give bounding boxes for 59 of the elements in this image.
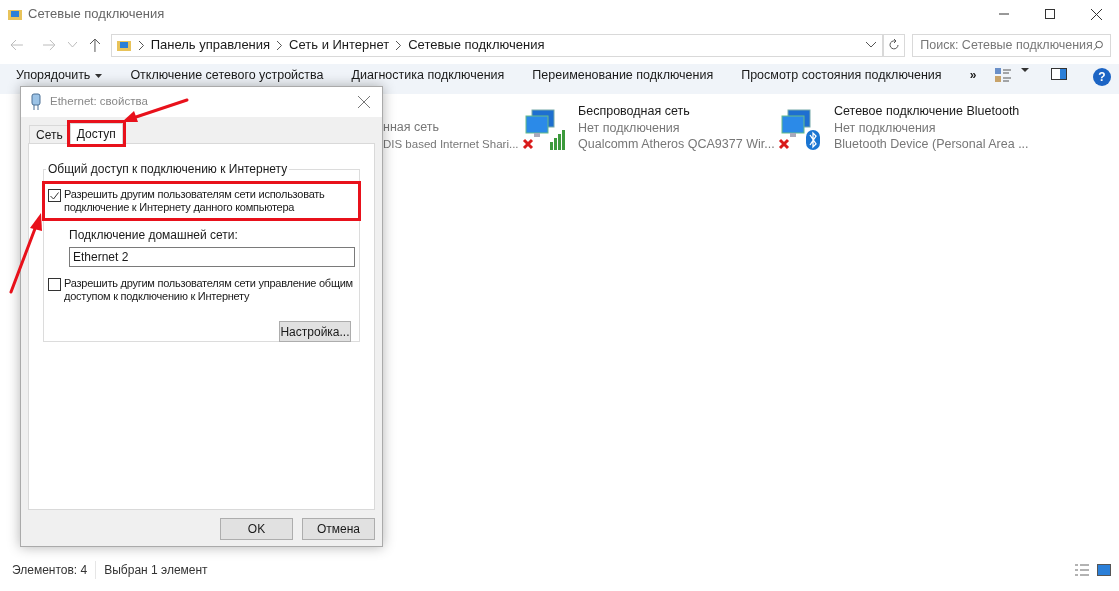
caret-icon <box>95 73 103 78</box>
status-text: Выбран 1 элемент <box>95 561 208 579</box>
connection-status: Нет подключения <box>578 119 681 136</box>
toolbar-button[interactable]: Диагностика подключения <box>351 68 505 83</box>
connection-status: Нет подключения <box>834 119 937 136</box>
checkbox[interactable] <box>48 189 61 202</box>
network-folder-icon <box>115 38 132 52</box>
chevron-right-icon[interactable] <box>277 40 283 50</box>
connection-item[interactable]: Беспроводная сеть Нет подключения Qualcomm Atheros QCA9377 Wir... <box>522 103 778 556</box>
status-text: Элементов: 4 <box>12 562 88 579</box>
breadcrumb[interactable]: Панель управления <box>150 35 271 55</box>
connection-name: Сетевое подключение Bluetooth <box>834 103 1021 120</box>
tab[interactable]: Доступ <box>69 123 123 144</box>
close-icon <box>358 96 370 108</box>
window-title: Сетевые подключения <box>28 5 165 24</box>
connection-status: нная сеть <box>383 119 441 136</box>
tab[interactable]: Сеть <box>29 125 70 143</box>
toolbar-button[interactable]: Отключение сетевого устройства <box>130 68 324 83</box>
toolbar-button[interactable]: Просмотр состояния подключения <box>741 68 942 83</box>
checkbox[interactable] <box>48 278 61 291</box>
refresh-icon <box>888 39 901 51</box>
chevron-right-icon[interactable] <box>138 40 144 50</box>
breadcrumb[interactable]: Сеть и Интернет <box>289 35 390 55</box>
search-field[interactable]: Поиск: Сетевые подключения <box>912 33 1111 57</box>
view-options-icon[interactable] <box>995 68 1011 82</box>
connection-item[interactable]: Сетевое подключение Bluetooth Нет подключения Bluetooth Device (Personal Area ... <box>778 103 1034 556</box>
group-title: Общий доступ к подключению к Интернету <box>47 161 289 178</box>
dialog-title: Ethernet: свойства <box>50 94 148 110</box>
checkbox-label[interactable]: Разрешить другим пользователям сети использовать подключение к Интернету данного компьютера <box>64 188 355 214</box>
chevron-right-icon[interactable] <box>396 40 402 50</box>
toolbar-button[interactable]: Упорядочить <box>16 68 103 83</box>
dialog-button[interactable]: OK <box>220 518 293 540</box>
help-button[interactable]: ? <box>1093 68 1111 86</box>
field-label: Подключение домашней сети: <box>69 227 239 244</box>
close-button[interactable] <box>356 94 372 110</box>
connection-item[interactable]: нная сеть DIS based Internet Shari... <box>383 103 522 556</box>
up-arrow-icon[interactable] <box>88 38 101 52</box>
toolbar-button[interactable]: Переименование подключения <box>532 68 714 83</box>
network-folder-icon <box>8 7 22 21</box>
dialog-button[interactable]: Отмена <box>302 518 375 540</box>
breadcrumb[interactable]: Сетевые подключения <box>408 35 545 55</box>
wireless-network-icon <box>522 108 568 152</box>
search-icon <box>1092 39 1103 51</box>
maximize-icon <box>1045 9 1055 19</box>
preview-pane-icon[interactable] <box>1051 68 1067 80</box>
connection-device: Bluetooth Device (Personal Area ... <box>834 136 1029 153</box>
address-bar[interactable]: Панель управления Сеть и Интернет Сетевые подключения <box>110 33 884 57</box>
plug-icon <box>31 93 41 111</box>
connection-name: Беспроводная сеть <box>578 103 691 120</box>
caret-icon[interactable] <box>1021 68 1029 72</box>
input-field[interactable]: Ethernet 2 <box>69 247 355 267</box>
chevron-down-icon[interactable] <box>866 42 877 48</box>
settings-button[interactable]: Настройка... <box>279 321 351 342</box>
checkbox-label[interactable]: Разрешить другим пользователям сети управление общим доступом к подключению к Интернету <box>64 277 355 303</box>
refresh-button[interactable] <box>883 33 906 57</box>
connection-device: Qualcomm Atheros QCA9377 Wir... <box>578 136 775 153</box>
close-icon <box>1090 8 1102 20</box>
more-button[interactable]: » <box>969 68 977 83</box>
connection-device: DIS based Internet Shari... <box>383 136 520 152</box>
